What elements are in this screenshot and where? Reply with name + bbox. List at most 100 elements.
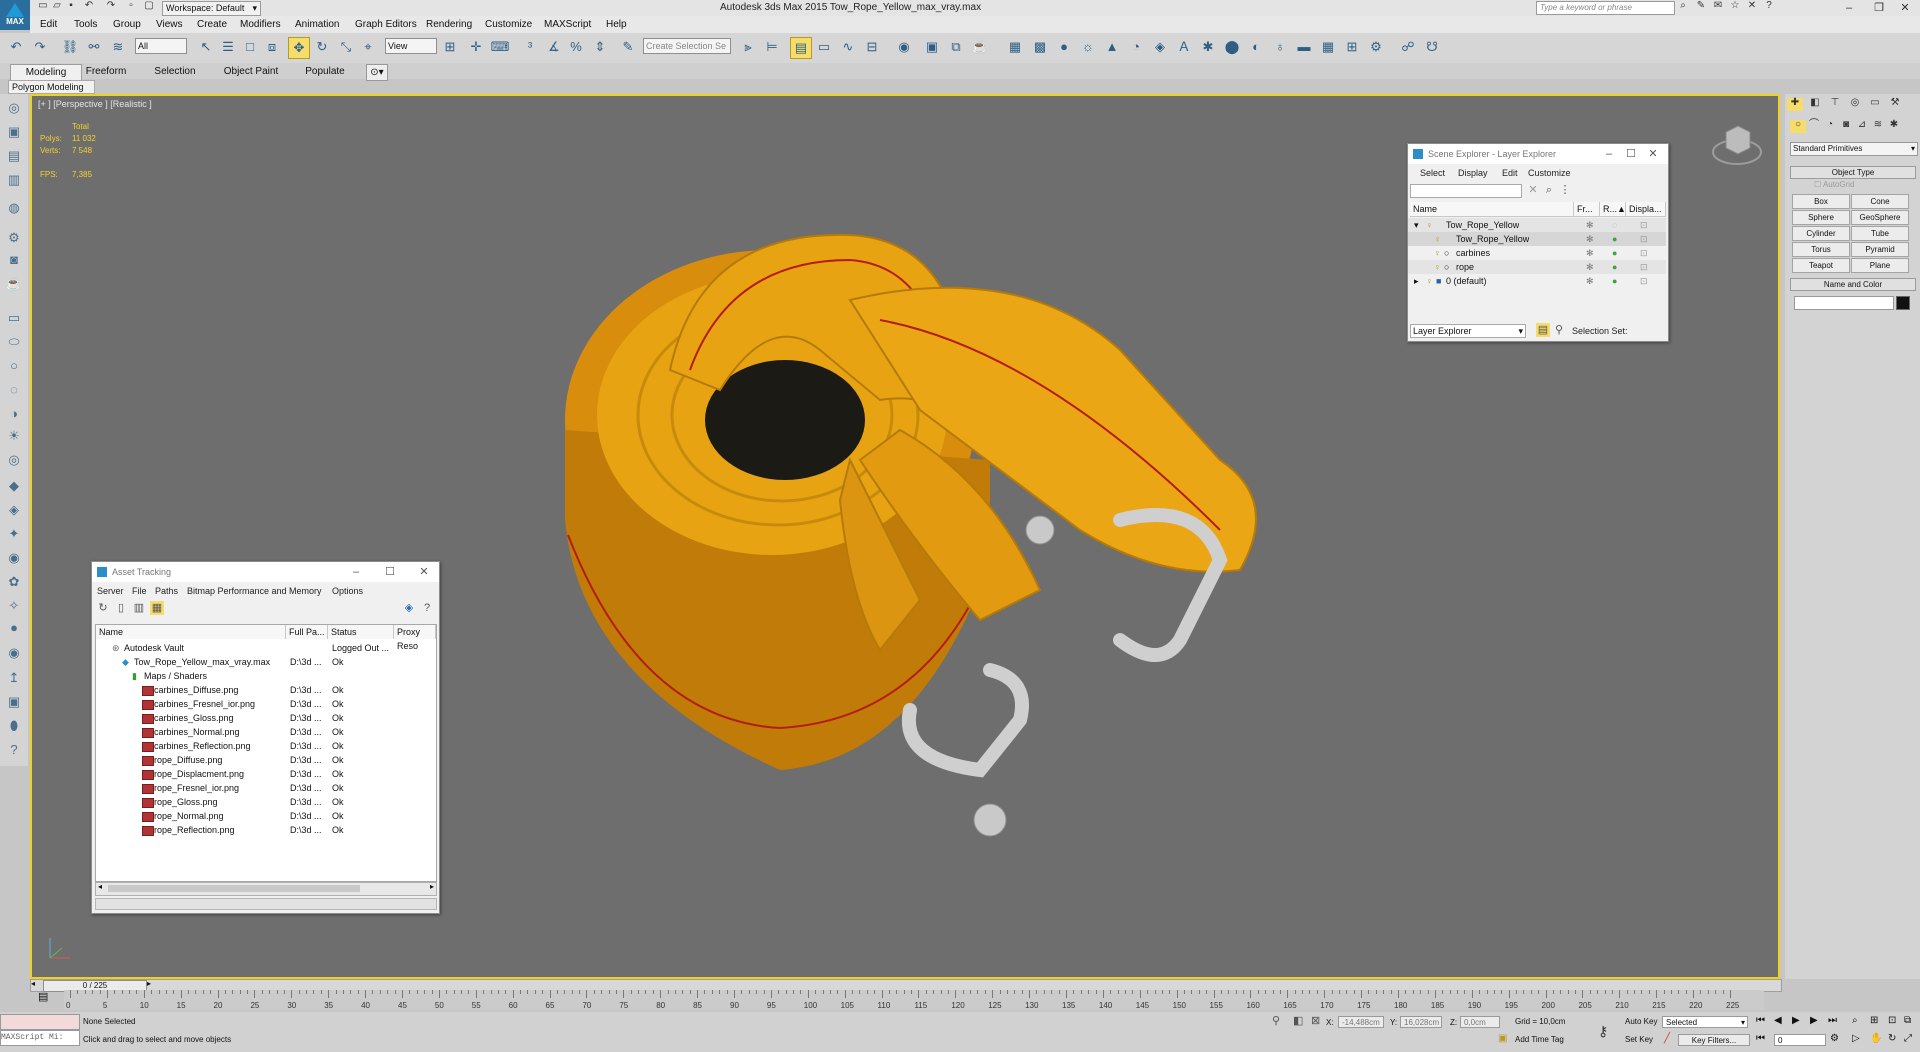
tab-populate[interactable]: Populate xyxy=(298,64,352,79)
select-manipulate-icon[interactable]: ✛ xyxy=(466,37,486,57)
tube-button[interactable]: Tube xyxy=(1851,226,1909,241)
menu-server[interactable]: Server xyxy=(97,586,124,596)
viewport-label[interactable]: [+ ] [Perspective ] [Realistic ] xyxy=(38,99,152,109)
vray-cam-icon[interactable]: ▬ xyxy=(1294,37,1314,57)
next-frame-icon[interactable]: ▶︎ xyxy=(1810,1016,1818,1026)
motion-tab-icon[interactable]: ◎ xyxy=(1847,98,1863,111)
scroll-thumb[interactable] xyxy=(108,885,360,892)
scroll-left-icon[interactable]: ◂ xyxy=(98,882,102,891)
previous-frame-icon[interactable]: ◀︎ xyxy=(1774,1016,1782,1026)
helpers-icon[interactable]: ⊿ xyxy=(1854,120,1870,133)
scene-explorer-titlebar[interactable]: Scene Explorer - Layer Explorer – ☐ ✕ xyxy=(1408,144,1668,164)
col-name[interactable]: Name xyxy=(96,625,286,639)
reference-coordinate-dropdown[interactable]: View xyxy=(385,38,437,54)
sphere-icon[interactable]: ○ xyxy=(5,358,23,374)
cylinder-icon[interactable]: ⬮ xyxy=(5,718,23,734)
window-crossing-icon[interactable]: ⧈ xyxy=(262,37,282,57)
object-row[interactable]: ♀ ○ rope ✻ ● ⊡ xyxy=(1408,260,1666,274)
plane-button[interactable]: Plane xyxy=(1851,258,1909,273)
undo-icon[interactable]: ↶ xyxy=(82,1,96,14)
vray-mesh-export-icon[interactable]: ◈ xyxy=(1150,37,1170,57)
asset-row[interactable]: carbines_Gloss.png D:\3d ... Ok xyxy=(96,711,436,725)
horizontal-scrollbar[interactable]: ◂ ▸ xyxy=(95,882,437,896)
app-logo-button[interactable]: MAX xyxy=(0,0,30,30)
bone-icon[interactable]: ✦ xyxy=(5,526,23,542)
z-coordinate-field[interactable]: 0,0cm xyxy=(1460,1016,1500,1028)
go-to-end-icon[interactable]: ⏭ xyxy=(1828,1016,1837,1026)
utilities-tab-icon[interactable]: ⚒ xyxy=(1887,98,1903,111)
vray-settings-icon[interactable]: ⚙ xyxy=(1366,37,1386,57)
cylinder-button[interactable]: Cylinder xyxy=(1792,226,1850,241)
add-time-tag[interactable]: Add Time Tag xyxy=(1512,1034,1582,1046)
menu-edit[interactable]: Edit xyxy=(1502,168,1518,178)
refresh-icon[interactable]: ↻ xyxy=(96,601,110,615)
systems-icon[interactable]: ✱ xyxy=(1886,120,1902,133)
menu-customize[interactable]: Customize xyxy=(1528,168,1571,178)
maxscript-mini-listener[interactable]: MAXScript Mi: xyxy=(0,1030,80,1046)
close-icon[interactable]: ✕ xyxy=(417,565,431,579)
asset-row[interactable]: rope_Reflection.png D:\3d ... Ok xyxy=(96,823,436,837)
render-icon[interactable]: ◌ xyxy=(1612,218,1617,232)
sphere-button[interactable]: Sphere xyxy=(1792,210,1850,225)
sun-icon[interactable]: ☀ xyxy=(5,428,23,444)
menu-group[interactable]: Group xyxy=(113,19,141,30)
pan-icon[interactable]: ✋ xyxy=(1870,1034,1882,1044)
set-key-button[interactable]: Set Key xyxy=(1622,1034,1662,1046)
vray-frame-buffer-icon[interactable]: ▦ xyxy=(1005,37,1025,57)
zoom-extents-all-icon[interactable]: ⧉ xyxy=(1904,1016,1911,1026)
ribbon-options-button[interactable]: ⊙▾ xyxy=(366,64,388,81)
vault-connect-icon[interactable]: ◈ xyxy=(402,601,416,615)
asset-row[interactable]: ◆ Tow_Rope_Yellow_max_vray.max D:\3d ... Ok xyxy=(96,655,436,669)
freeze-icon[interactable]: ✻ xyxy=(1586,246,1594,260)
selection-filter-dropdown[interactable]: All xyxy=(135,38,187,54)
container-icon[interactable]: ◎ xyxy=(5,100,23,116)
scene-search-input[interactable] xyxy=(1410,184,1522,198)
tab-freeform[interactable]: Freeform xyxy=(80,64,132,79)
select-and-move-icon[interactable]: ✥ xyxy=(288,37,310,59)
layer-row[interactable]: ▸ ♀ ■ 0 (default) ✻ ● ⊡ xyxy=(1408,274,1666,288)
cog-icon[interactable]: ⚙ xyxy=(5,230,23,246)
maxscript-listener-pink[interactable] xyxy=(0,1014,80,1030)
tree-view-icon[interactable]: ▦ xyxy=(150,601,164,615)
object-name-input[interactable] xyxy=(1794,296,1894,310)
monitor-icon[interactable]: ▣ xyxy=(5,694,23,710)
mirror-icon[interactable]: ⫸ xyxy=(738,37,758,57)
asset-row[interactable]: carbines_Reflection.png D:\3d ... Ok xyxy=(96,739,436,753)
hold-icon[interactable]: ▢ xyxy=(142,1,156,14)
render-icon[interactable]: ● xyxy=(1612,232,1617,246)
display-icon[interactable]: ⊡ xyxy=(1640,218,1648,232)
favorites-star-icon[interactable]: ☆ xyxy=(1727,1,1743,14)
expand-icon[interactable]: ▾ xyxy=(1414,218,1419,232)
filter-icon[interactable]: ⋮ xyxy=(1558,183,1572,197)
bulb-icon[interactable]: ♀ xyxy=(1426,218,1433,232)
name-and-color-rollout[interactable]: Name and Color xyxy=(1790,278,1916,291)
project-folder-icon[interactable]: ▫ xyxy=(124,1,138,14)
edit-named-selection-icon[interactable]: ✎ xyxy=(618,37,638,57)
key-filter-icon[interactable]: ╱ xyxy=(1664,1034,1670,1044)
binoculars-icon[interactable]: ⌕ xyxy=(1675,1,1691,14)
asset-row[interactable]: rope_Diffuse.png D:\3d ... Ok xyxy=(96,753,436,767)
render-setup-icon[interactable]: ▣ xyxy=(922,37,942,57)
freeze-icon[interactable]: ✻ xyxy=(1586,232,1594,246)
box-button[interactable]: Box xyxy=(1792,194,1850,209)
asset-row[interactable]: rope_Fresnel_ior.png D:\3d ... Ok xyxy=(96,781,436,795)
menu-create[interactable]: Create xyxy=(197,19,227,30)
lock-selection-icon[interactable]: ⚲ xyxy=(1272,1016,1280,1027)
select-by-name-icon[interactable]: ☰ xyxy=(218,37,238,57)
stack-icon[interactable]: ▥ xyxy=(5,172,23,188)
zoom-icon[interactable]: ⌕ xyxy=(1852,1016,1858,1026)
display-icon[interactable]: ⊡ xyxy=(1640,246,1648,260)
asset-row[interactable]: rope_Displacment.png D:\3d ... Ok xyxy=(96,767,436,781)
spinner-snap-icon[interactable]: ⇕ xyxy=(590,37,610,57)
menu-paths[interactable]: Paths xyxy=(155,586,178,596)
vray-sphere-icon[interactable]: ⬤ xyxy=(1222,37,1242,57)
save-icon[interactable]: ▪ xyxy=(64,1,78,14)
menu-edit[interactable]: Edit xyxy=(40,19,57,30)
close-button[interactable]: ✕ xyxy=(1888,0,1920,16)
keyboard-shortcut-icon[interactable]: ⌨ xyxy=(490,37,510,57)
object-color-swatch[interactable] xyxy=(1896,296,1910,310)
menu-animation[interactable]: Animation xyxy=(295,19,339,30)
bulb-icon[interactable]: ♀ xyxy=(1434,232,1441,246)
lights-icon[interactable]: ◔ xyxy=(1822,120,1838,133)
time-tag-icon[interactable]: ▣ xyxy=(1498,1034,1507,1044)
